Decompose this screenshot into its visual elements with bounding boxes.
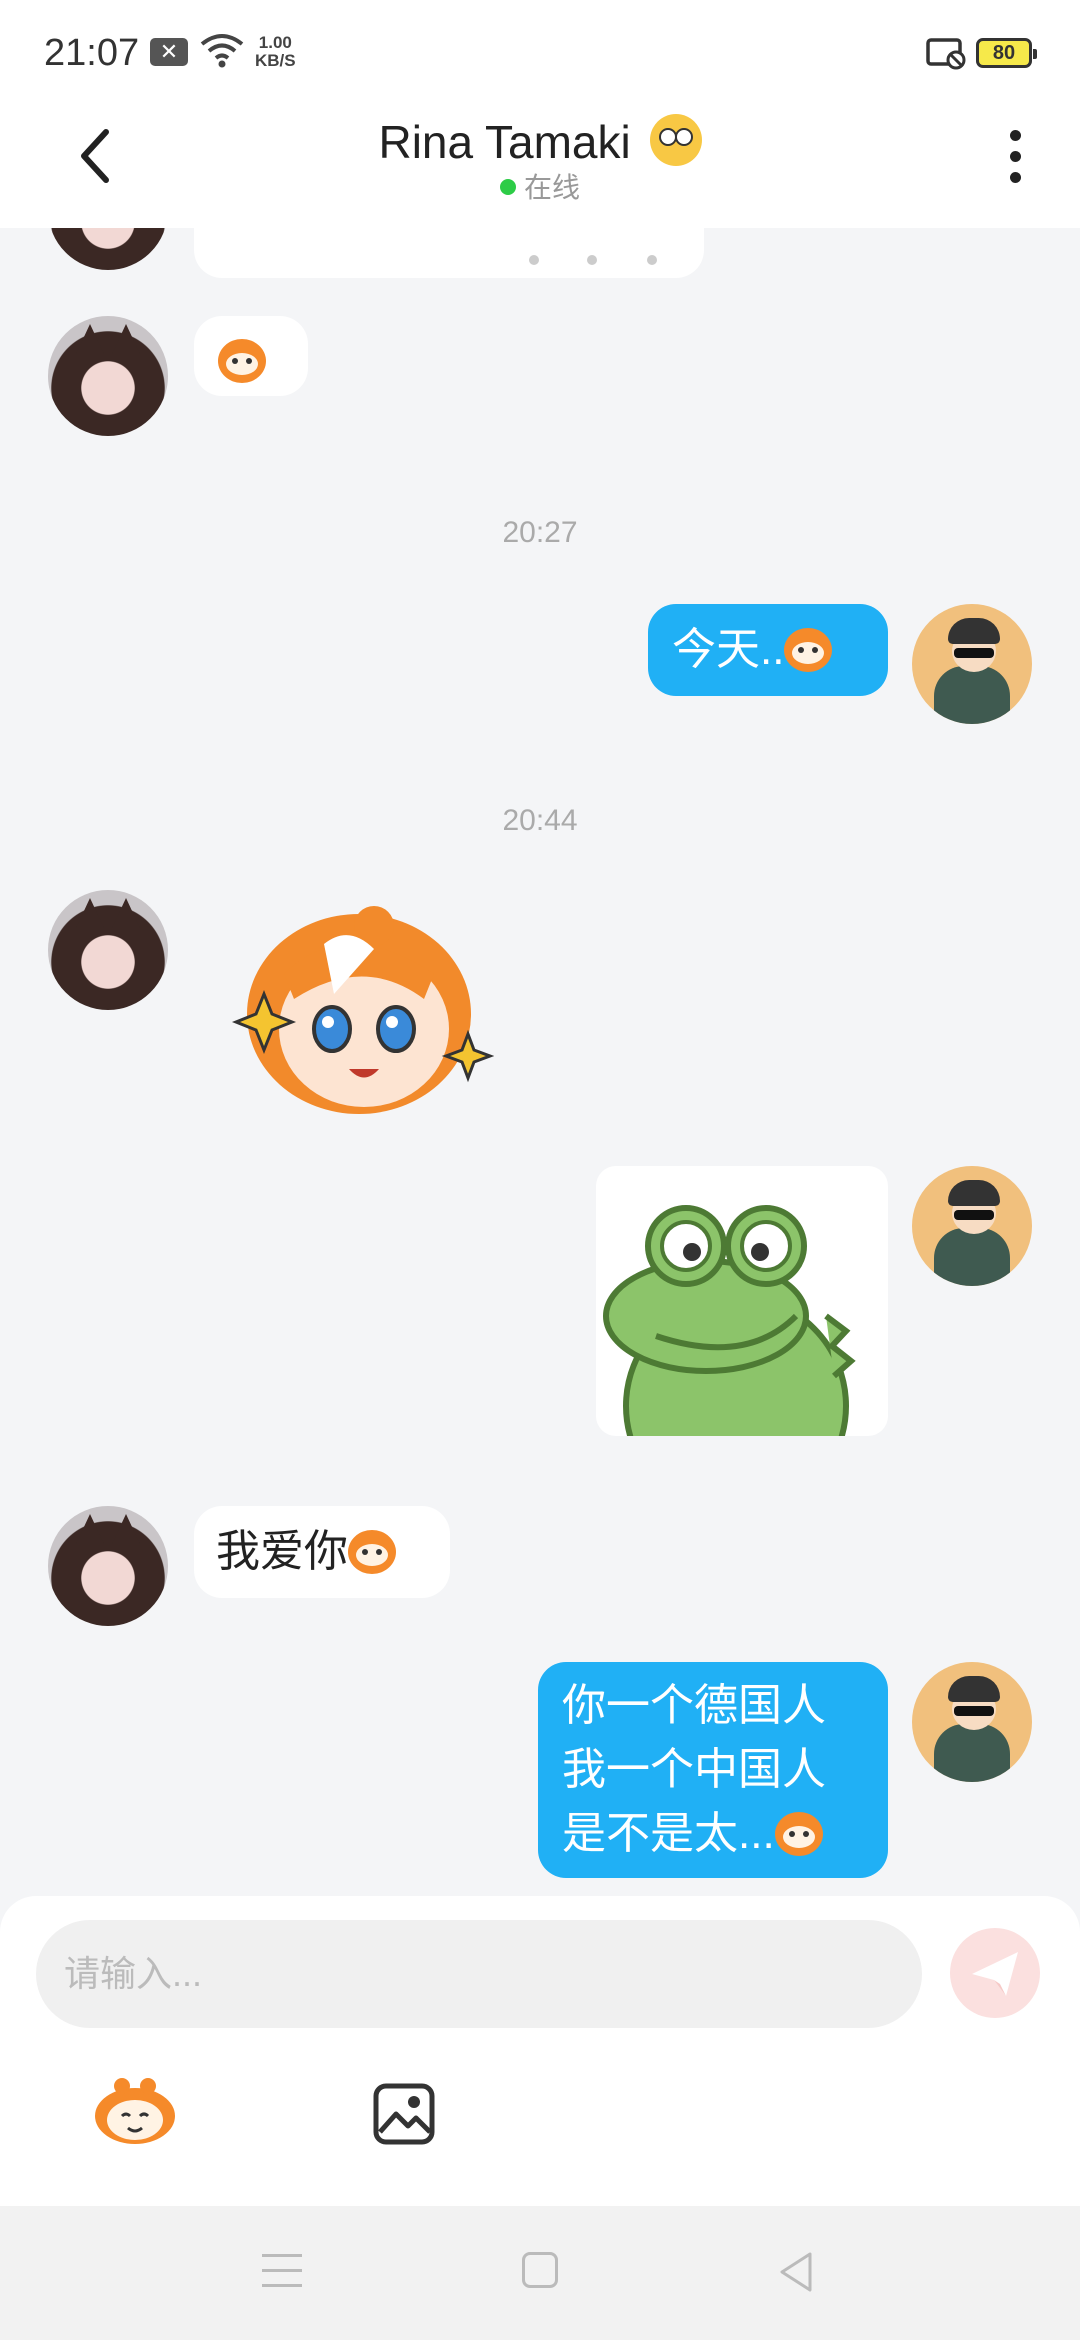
timestamp: 20:27 [502, 516, 578, 549]
message-text: 我爱你 [216, 1527, 348, 1576]
online-status: 在线 [0, 166, 1080, 206]
message-line: 你一个德国人 [562, 1681, 826, 1730]
angry-mascot-sticker-icon [348, 1530, 396, 1574]
orange-mascot-sticker-icon [218, 339, 266, 383]
contact-name: Rina Tamaki [378, 116, 631, 168]
glasses-mascot-sticker-icon [784, 628, 833, 672]
battery-indicator: 80 [976, 38, 1037, 68]
contact-title: Rina Tamaki [0, 114, 1080, 169]
contact-avatar[interactable] [48, 228, 168, 270]
chat-header: Rina Tamaki 在线 [0, 100, 1080, 228]
paper-plane-icon [972, 1952, 1018, 1996]
cast-off-icon [926, 38, 966, 70]
frog-sticker-image[interactable] [596, 1166, 888, 1436]
frog-icon [603, 1205, 856, 1436]
typing-dots-icon [529, 255, 657, 265]
message-input[interactable] [36, 1920, 922, 2028]
compose-bar [0, 1896, 1080, 2206]
timestamp: 20:44 [502, 804, 578, 837]
image-picker-icon[interactable] [372, 2082, 436, 2146]
anime-girl-sticker-image[interactable] [224, 904, 494, 1124]
my-avatar[interactable] [912, 604, 1032, 724]
network-speed: 1.00 KB/S [255, 34, 296, 70]
message-line: 是不是太... [562, 1809, 775, 1858]
my-avatar[interactable] [912, 1166, 1032, 1286]
recent-apps-icon[interactable] [262, 2254, 302, 2290]
contact-avatar[interactable] [48, 1506, 168, 1626]
contact-avatar[interactable] [48, 316, 168, 436]
message-text: 今天.. [672, 625, 785, 674]
nav-back-icon[interactable] [776, 2250, 816, 2294]
message-bubble-outgoing[interactable]: 你一个德国人 我一个中国人 是不是太... [538, 1662, 888, 1878]
online-status-text: 在线 [523, 172, 580, 203]
network-speed-unit: KB/S [255, 51, 296, 70]
system-nav-bar [0, 2206, 1080, 2340]
message-bubble-partial[interactable] [194, 228, 704, 278]
eye-roll-emoji-icon [649, 114, 702, 166]
sticker-picker-icon[interactable] [92, 2076, 178, 2146]
message-line: 我一个中国人 [562, 1745, 826, 1794]
more-options-icon[interactable] [1005, 130, 1025, 190]
status-bar: 21:07 ✕ 1.00 KB/S 80 [0, 0, 1080, 100]
network-speed-value: 1.00 [258, 33, 292, 52]
crying-mascot-sticker-icon [774, 1812, 823, 1856]
send-button[interactable] [950, 1928, 1040, 2018]
my-avatar[interactable] [912, 1662, 1032, 1782]
message-list[interactable]: 20:27 今天.. 20:44 我爱你 你一个德国人 我一个中国人 是不是太.… [0, 228, 1080, 1898]
status-time: 21:07 [44, 32, 140, 74]
online-dot-icon [499, 179, 516, 195]
wifi-icon [200, 34, 244, 68]
message-bubble-outgoing[interactable]: 今天.. [648, 604, 888, 696]
message-bubble-incoming[interactable]: 我爱你 [194, 1506, 450, 1598]
notification-x-icon: ✕ [150, 38, 188, 66]
home-icon[interactable] [522, 2252, 558, 2288]
contact-avatar[interactable] [48, 890, 168, 1010]
message-bubble-sticker[interactable] [194, 316, 308, 396]
